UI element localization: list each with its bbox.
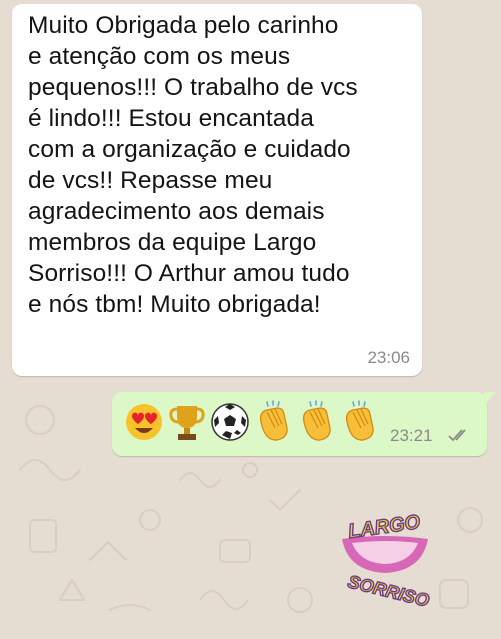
outgoing-message-bubble[interactable]: 23:21	[112, 392, 496, 456]
outgoing-message-time: 23:21	[390, 426, 433, 445]
incoming-message-bubble[interactable]: Muito Obrigada pelo carinho e atenção co…	[12, 4, 422, 376]
trophy-emoji	[169, 406, 205, 440]
clapping-hands-emoji	[259, 400, 288, 441]
clapping-hands-emoji	[345, 400, 374, 441]
incoming-message-text: Muito Obrigada pelo carinho e atenção co…	[28, 12, 358, 318]
double-check-icon	[448, 429, 466, 442]
svg-text:SORRISO: SORRISO	[346, 571, 431, 610]
heart-eyes-emoji	[126, 404, 162, 440]
largo-sorriso-logo: LARGO SORRISO	[342, 510, 432, 610]
emoji-row	[124, 400, 379, 444]
soccer-ball-emoji	[211, 403, 249, 441]
incoming-message-time: 23:06	[367, 348, 410, 367]
clapping-hands-emoji	[302, 400, 331, 441]
bubble-tail	[484, 392, 496, 406]
